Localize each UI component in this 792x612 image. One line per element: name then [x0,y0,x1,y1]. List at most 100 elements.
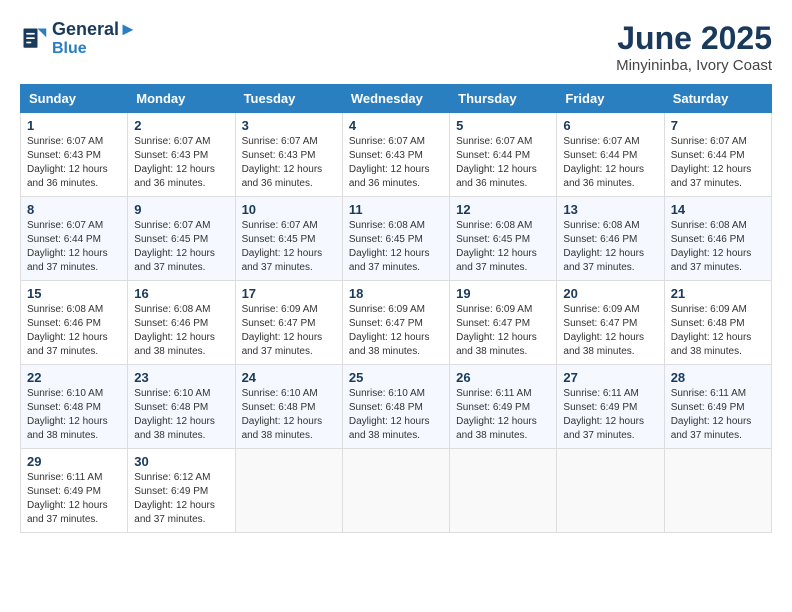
day-number: 21 [671,286,765,301]
day-number: 3 [242,118,336,133]
day-info: Sunrise: 6:11 AM Sunset: 6:49 PM Dayligh… [456,387,550,443]
calendar-cell: 4 Sunrise: 6:07 AM Sunset: 6:43 PM Dayli… [342,113,449,197]
title-area: June 2025 Minyininba, Ivory Coast [616,20,772,74]
calendar-cell: 24 Sunrise: 6:10 AM Sunset: 6:48 PM Dayl… [235,365,342,449]
day-number: 22 [27,370,121,385]
day-info: Sunrise: 6:09 AM Sunset: 6:47 PM Dayligh… [242,303,336,359]
day-number: 4 [349,118,443,133]
day-info: Sunrise: 6:08 AM Sunset: 6:46 PM Dayligh… [27,303,121,359]
day-info: Sunrise: 6:08 AM Sunset: 6:45 PM Dayligh… [456,219,550,275]
calendar-week-row: 22 Sunrise: 6:10 AM Sunset: 6:48 PM Dayl… [21,365,772,449]
calendar-cell: 30 Sunrise: 6:12 AM Sunset: 6:49 PM Dayl… [128,449,235,533]
calendar-week-row: 1 Sunrise: 6:07 AM Sunset: 6:43 PM Dayli… [21,113,772,197]
day-info: Sunrise: 6:09 AM Sunset: 6:48 PM Dayligh… [671,303,765,359]
day-number: 10 [242,202,336,217]
day-info: Sunrise: 6:08 AM Sunset: 6:45 PM Dayligh… [349,219,443,275]
day-info: Sunrise: 6:07 AM Sunset: 6:44 PM Dayligh… [27,219,121,275]
day-number: 29 [27,454,121,469]
day-number: 13 [563,202,657,217]
header-sunday: Sunday [21,85,128,113]
calendar-table: SundayMondayTuesdayWednesdayThursdayFrid… [20,84,772,533]
day-number: 17 [242,286,336,301]
calendar-cell: 8 Sunrise: 6:07 AM Sunset: 6:44 PM Dayli… [21,197,128,281]
calendar-cell [342,449,449,533]
day-info: Sunrise: 6:07 AM Sunset: 6:44 PM Dayligh… [456,135,550,191]
calendar-cell: 2 Sunrise: 6:07 AM Sunset: 6:43 PM Dayli… [128,113,235,197]
day-info: Sunrise: 6:08 AM Sunset: 6:46 PM Dayligh… [671,219,765,275]
day-number: 5 [456,118,550,133]
calendar-cell: 27 Sunrise: 6:11 AM Sunset: 6:49 PM Dayl… [557,365,664,449]
calendar-cell: 5 Sunrise: 6:07 AM Sunset: 6:44 PM Dayli… [450,113,557,197]
day-number: 9 [134,202,228,217]
calendar-week-row: 15 Sunrise: 6:08 AM Sunset: 6:46 PM Dayl… [21,281,772,365]
day-number: 12 [456,202,550,217]
header-wednesday: Wednesday [342,85,449,113]
logo-icon [20,25,48,53]
day-number: 24 [242,370,336,385]
calendar-cell: 10 Sunrise: 6:07 AM Sunset: 6:45 PM Dayl… [235,197,342,281]
day-info: Sunrise: 6:09 AM Sunset: 6:47 PM Dayligh… [349,303,443,359]
day-number: 2 [134,118,228,133]
calendar-cell: 3 Sunrise: 6:07 AM Sunset: 6:43 PM Dayli… [235,113,342,197]
logo: General► Blue [20,20,137,57]
header-thursday: Thursday [450,85,557,113]
day-number: 27 [563,370,657,385]
calendar-cell: 29 Sunrise: 6:11 AM Sunset: 6:49 PM Dayl… [21,449,128,533]
day-info: Sunrise: 6:07 AM Sunset: 6:43 PM Dayligh… [134,135,228,191]
calendar-cell: 1 Sunrise: 6:07 AM Sunset: 6:43 PM Dayli… [21,113,128,197]
day-info: Sunrise: 6:08 AM Sunset: 6:46 PM Dayligh… [563,219,657,275]
day-number: 14 [671,202,765,217]
calendar-cell: 12 Sunrise: 6:08 AM Sunset: 6:45 PM Dayl… [450,197,557,281]
day-info: Sunrise: 6:10 AM Sunset: 6:48 PM Dayligh… [27,387,121,443]
calendar-cell: 9 Sunrise: 6:07 AM Sunset: 6:45 PM Dayli… [128,197,235,281]
day-number: 28 [671,370,765,385]
calendar-week-row: 29 Sunrise: 6:11 AM Sunset: 6:49 PM Dayl… [21,449,772,533]
calendar-header-row: SundayMondayTuesdayWednesdayThursdayFrid… [21,85,772,113]
calendar-cell: 6 Sunrise: 6:07 AM Sunset: 6:44 PM Dayli… [557,113,664,197]
day-number: 1 [27,118,121,133]
header-tuesday: Tuesday [235,85,342,113]
calendar-cell: 20 Sunrise: 6:09 AM Sunset: 6:47 PM Dayl… [557,281,664,365]
calendar-cell: 15 Sunrise: 6:08 AM Sunset: 6:46 PM Dayl… [21,281,128,365]
day-info: Sunrise: 6:12 AM Sunset: 6:49 PM Dayligh… [134,471,228,527]
day-info: Sunrise: 6:11 AM Sunset: 6:49 PM Dayligh… [27,471,121,527]
day-number: 7 [671,118,765,133]
calendar-cell: 18 Sunrise: 6:09 AM Sunset: 6:47 PM Dayl… [342,281,449,365]
day-number: 25 [349,370,443,385]
day-number: 30 [134,454,228,469]
day-number: 20 [563,286,657,301]
page-header: General► Blue June 2025 Minyininba, Ivor… [20,20,772,74]
logo-text: General► Blue [52,20,137,57]
day-number: 6 [563,118,657,133]
calendar-cell: 21 Sunrise: 6:09 AM Sunset: 6:48 PM Dayl… [664,281,771,365]
calendar-cell: 17 Sunrise: 6:09 AM Sunset: 6:47 PM Dayl… [235,281,342,365]
calendar-cell: 28 Sunrise: 6:11 AM Sunset: 6:49 PM Dayl… [664,365,771,449]
month-title: June 2025 [616,20,772,57]
day-number: 15 [27,286,121,301]
location-title: Minyininba, Ivory Coast [616,57,772,74]
header-saturday: Saturday [664,85,771,113]
day-number: 16 [134,286,228,301]
calendar-cell: 19 Sunrise: 6:09 AM Sunset: 6:47 PM Dayl… [450,281,557,365]
day-info: Sunrise: 6:11 AM Sunset: 6:49 PM Dayligh… [671,387,765,443]
calendar-week-row: 8 Sunrise: 6:07 AM Sunset: 6:44 PM Dayli… [21,197,772,281]
day-info: Sunrise: 6:10 AM Sunset: 6:48 PM Dayligh… [134,387,228,443]
day-info: Sunrise: 6:11 AM Sunset: 6:49 PM Dayligh… [563,387,657,443]
calendar-cell: 23 Sunrise: 6:10 AM Sunset: 6:48 PM Dayl… [128,365,235,449]
calendar-cell [557,449,664,533]
calendar-cell: 22 Sunrise: 6:10 AM Sunset: 6:48 PM Dayl… [21,365,128,449]
day-info: Sunrise: 6:07 AM Sunset: 6:43 PM Dayligh… [349,135,443,191]
day-info: Sunrise: 6:07 AM Sunset: 6:45 PM Dayligh… [134,219,228,275]
calendar-cell: 7 Sunrise: 6:07 AM Sunset: 6:44 PM Dayli… [664,113,771,197]
calendar-cell: 25 Sunrise: 6:10 AM Sunset: 6:48 PM Dayl… [342,365,449,449]
day-info: Sunrise: 6:07 AM Sunset: 6:45 PM Dayligh… [242,219,336,275]
day-number: 8 [27,202,121,217]
day-info: Sunrise: 6:09 AM Sunset: 6:47 PM Dayligh… [456,303,550,359]
calendar-cell: 13 Sunrise: 6:08 AM Sunset: 6:46 PM Dayl… [557,197,664,281]
calendar-cell [235,449,342,533]
calendar-cell: 11 Sunrise: 6:08 AM Sunset: 6:45 PM Dayl… [342,197,449,281]
calendar-cell [664,449,771,533]
day-number: 11 [349,202,443,217]
calendar-cell: 26 Sunrise: 6:11 AM Sunset: 6:49 PM Dayl… [450,365,557,449]
calendar-cell: 16 Sunrise: 6:08 AM Sunset: 6:46 PM Dayl… [128,281,235,365]
